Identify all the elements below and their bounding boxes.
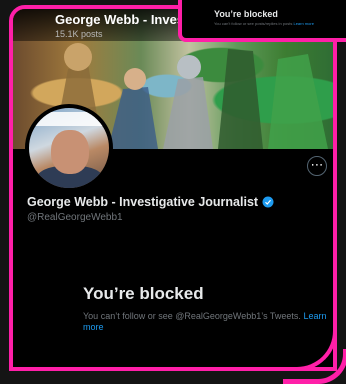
avatar-caption-strip [33,112,105,126]
mini-blocked-message: You can’t follow or see posts/replies in… [214,21,314,26]
blocked-text: You can’t follow or see @RealGeorgeWebb1… [83,311,301,321]
more-options-button[interactable]: ⋯ [307,156,327,176]
profile-header-title: George Webb - Investi [55,12,193,27]
avatar-face [51,130,89,174]
decorative-border-arc [283,349,346,384]
profile-post-count: 15.1K posts [55,29,103,39]
mini-blocked-text: You can’t follow or see posts/replies in… [214,21,293,26]
mini-learn-more-link[interactable]: Learn more [293,21,313,26]
avatar[interactable] [25,104,113,192]
profile-name: George Webb - Investigative Journalist [27,195,259,209]
profile-screenshot: George Webb - Investi 15.1K posts ⋯ Geor… [9,5,337,371]
verified-badge-icon [262,196,274,208]
blocked-message: You can’t follow or see @RealGeorgeWebb1… [83,311,333,333]
mini-blocked-title: You’re blocked [214,9,278,19]
profile-name-row: George Webb - Investigative Journalist [27,195,274,209]
profile-handle: @RealGeorgeWebb1 [27,212,123,223]
blocked-title: You’re blocked [83,284,204,303]
blocked-mini-screenshot: You’re blocked You can’t follow or see p… [178,0,346,42]
more-horizontal-icon: ⋯ [310,157,324,172]
